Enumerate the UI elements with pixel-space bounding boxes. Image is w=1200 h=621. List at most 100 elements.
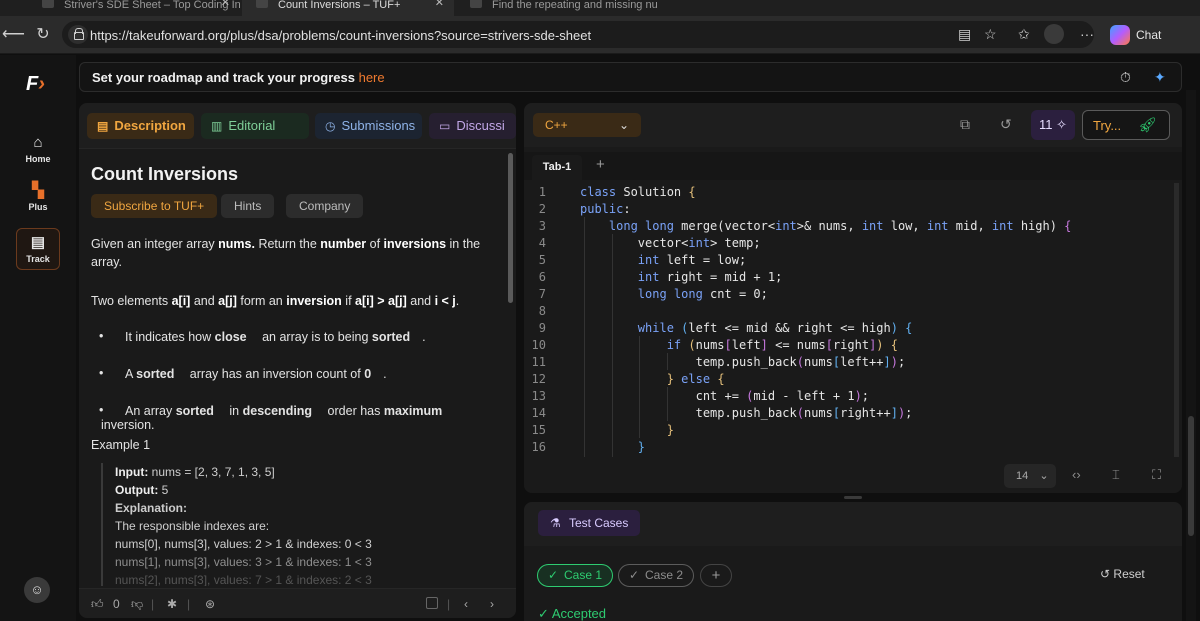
next-arrow-icon[interactable]: › bbox=[490, 597, 494, 611]
browser-tab-title: Find the repeating and missing nu bbox=[492, 0, 658, 11]
share-icon[interactable]: ⊛ bbox=[205, 597, 215, 611]
favicon-icon bbox=[470, 0, 482, 8]
editor-scrollbar[interactable] bbox=[1174, 183, 1179, 457]
code-line: long long cnt = 0; bbox=[637, 287, 768, 301]
browser-tab[interactable]: Striver's SDE Sheet – Top Coding In ✕ bbox=[28, 0, 240, 16]
test-cases-tab[interactable]: ⚗ Test Cases bbox=[538, 510, 640, 536]
browser-tab-strip: Striver's SDE Sheet – Top Coding In ✕ Co… bbox=[0, 0, 1200, 16]
favicon-icon bbox=[256, 0, 268, 8]
editor-tab[interactable]: Tab-1 bbox=[532, 155, 582, 180]
reset-code-icon[interactable]: ↺ bbox=[1000, 116, 1012, 133]
more-dots-icon[interactable]: ··· bbox=[1080, 26, 1094, 42]
user-avatar[interactable]: ☺ bbox=[24, 577, 50, 603]
banner-text: Set your roadmap and track your progress… bbox=[92, 70, 385, 85]
copilot-icon bbox=[1110, 25, 1130, 45]
banner-link[interactable]: here bbox=[359, 70, 385, 85]
browser-tab-title: Count Inversions – TUF+ bbox=[278, 0, 401, 11]
sparkle-icon: ✧ bbox=[1056, 117, 1068, 132]
browser-tab-active[interactable]: Count Inversions – TUF+ ✕ bbox=[242, 0, 454, 16]
copilot-chat-button[interactable]: Chat bbox=[1108, 24, 1164, 46]
favorites-icon[interactable]: ✩ bbox=[1018, 26, 1030, 43]
hints-button[interactable]: Hints bbox=[221, 194, 275, 218]
close-icon[interactable]: ✕ bbox=[435, 0, 444, 9]
tab-submissions[interactable]: ◷ Submissions bbox=[315, 113, 422, 139]
document-icon: ▤ bbox=[97, 119, 109, 133]
line-number: 7 bbox=[538, 287, 546, 301]
tuf-logo-icon[interactable]: F› bbox=[26, 73, 45, 96]
sidebar-item-home[interactable]: ⌂ Home bbox=[16, 135, 60, 165]
check-icon: ✓ bbox=[538, 606, 549, 621]
chevron-down-icon: ⌄ bbox=[1039, 470, 1049, 482]
add-tab-icon[interactable]: + bbox=[596, 156, 605, 173]
url-text[interactable]: https://takeuforward.org/plus/dsa/proble… bbox=[90, 28, 591, 43]
back-arrow-icon[interactable]: ⟵ bbox=[2, 24, 25, 46]
sparkle-icon[interactable]: ✦ bbox=[1154, 69, 1166, 86]
problem-statement: Given an integer array nums. Return the … bbox=[91, 237, 481, 269]
example-output: Output: 5 bbox=[115, 483, 169, 497]
case-2-button[interactable]: ✓ Case 2 bbox=[618, 564, 695, 587]
company-button[interactable]: Company bbox=[286, 194, 364, 218]
format-brush-icon[interactable]: ⌶ bbox=[1112, 467, 1120, 483]
timer-icon[interactable]: ⏱ bbox=[1120, 69, 1131, 86]
line-number: 5 bbox=[538, 253, 546, 267]
problem-panel: ▤ Description ▥ Editorial ◷ Submissions ▭ Di… bbox=[79, 103, 516, 618]
line-number: 4 bbox=[538, 236, 546, 250]
bug-icon[interactable]: ✱ bbox=[167, 597, 177, 611]
case-1-button[interactable]: ✓ Case 1 bbox=[537, 564, 614, 587]
tab-description[interactable]: ▤ Description bbox=[87, 113, 194, 139]
sidebar-item-plus[interactable]: ▚ Plus bbox=[16, 183, 60, 213]
star-icon[interactable]: ☆ bbox=[984, 26, 997, 43]
reset-icon: ↺ bbox=[1100, 567, 1111, 581]
subscribe-button[interactable]: Subscribe to TUF+ bbox=[91, 194, 218, 218]
problem-footer: 👍︎ 0 👎︎ | ✱ | ⊛ | ‹ › bbox=[79, 588, 516, 618]
tab-discussion[interactable]: ▭ Discussi bbox=[429, 113, 516, 139]
description-scrollbar[interactable] bbox=[508, 153, 513, 303]
panel-resize-handle[interactable] bbox=[844, 496, 862, 499]
close-icon[interactable]: ✕ bbox=[221, 0, 230, 9]
try-button[interactable]: Try... 🚀︎ bbox=[1082, 110, 1170, 140]
code-line: int right = mid + 1; bbox=[637, 270, 783, 284]
code-area[interactable]: 1 2 3 4 5 6 7 8 9 10 11 12 13 14 15 16 c… bbox=[524, 183, 1172, 457]
checkbox-icon[interactable] bbox=[426, 597, 438, 609]
font-size-select[interactable]: 14 ⌄ bbox=[1004, 464, 1056, 488]
line-number: 9 bbox=[538, 321, 546, 335]
reset-button[interactable]: ↺ Reset bbox=[1100, 567, 1145, 581]
explanation-line: nums[1], nums[3], values: 3 > 1 & indexe… bbox=[115, 555, 372, 569]
fullscreen-icon[interactable]: ⛶ bbox=[1152, 467, 1161, 483]
code-brackets-icon[interactable]: ‹› bbox=[1072, 467, 1081, 482]
page-scrollbar[interactable] bbox=[1186, 90, 1196, 621]
lock-icon[interactable] bbox=[68, 25, 88, 44]
thumbs-up-icon[interactable]: 👍︎ bbox=[91, 597, 104, 612]
example-box: Input: nums = [2, 3, 7, 1, 3, 5] Output:… bbox=[101, 463, 496, 586]
code-line: cnt += (mid - left + 1); bbox=[580, 389, 870, 403]
thumbs-down-icon[interactable]: 👎︎ bbox=[131, 597, 143, 612]
tab-editorial[interactable]: ▥ Editorial bbox=[201, 113, 309, 139]
address-bar[interactable]: https://takeuforward.org/plus/dsa/proble… bbox=[62, 21, 1094, 48]
profile-avatar-icon[interactable] bbox=[1044, 24, 1064, 44]
test-cases-header: ⚗ Test Cases bbox=[524, 502, 1182, 546]
inversion-definition: Two elements a[i] and a[j] form an inver… bbox=[91, 294, 460, 308]
document-icon: ▤ bbox=[30, 234, 46, 251]
sidebar-item-label: Home bbox=[25, 154, 51, 164]
scrollbar-thumb[interactable] bbox=[1188, 416, 1194, 536]
line-number: 11 bbox=[531, 355, 546, 369]
code-line: public: bbox=[580, 202, 631, 216]
line-number: 12 bbox=[531, 372, 546, 386]
add-case-button[interactable]: + bbox=[700, 564, 732, 587]
editor-tabs: Tab-1 + bbox=[524, 152, 1182, 180]
clock-icon: ◷ bbox=[325, 119, 336, 133]
reader-view-icon[interactable]: ▤ bbox=[958, 26, 971, 43]
reload-icon[interactable]: ↻ bbox=[32, 24, 54, 46]
code-line: temp.push_back(nums[left++]); bbox=[580, 355, 906, 369]
favicon-icon bbox=[42, 0, 54, 8]
sidebar-item-track[interactable]: ▤ Track bbox=[16, 228, 60, 270]
list-item: An array sorted in descending order has … bbox=[99, 403, 496, 432]
sidebar-item-label: Track bbox=[26, 254, 50, 264]
copy-icon[interactable]: ⧉ bbox=[960, 116, 970, 133]
browser-tab[interactable]: Find the repeating and missing nu bbox=[456, 0, 668, 16]
language-select[interactable]: C++ ⌄ bbox=[533, 113, 641, 137]
test-cases-panel: ⚗ Test Cases ✓ Case 1 ✓ Case 2 + ↺ Reset ✓… bbox=[524, 502, 1182, 621]
credits-badge[interactable]: 11 ✧ bbox=[1031, 110, 1075, 140]
prev-arrow-icon[interactable]: ‹ bbox=[464, 597, 468, 611]
chevron-down-icon: ⌄ bbox=[618, 118, 629, 132]
